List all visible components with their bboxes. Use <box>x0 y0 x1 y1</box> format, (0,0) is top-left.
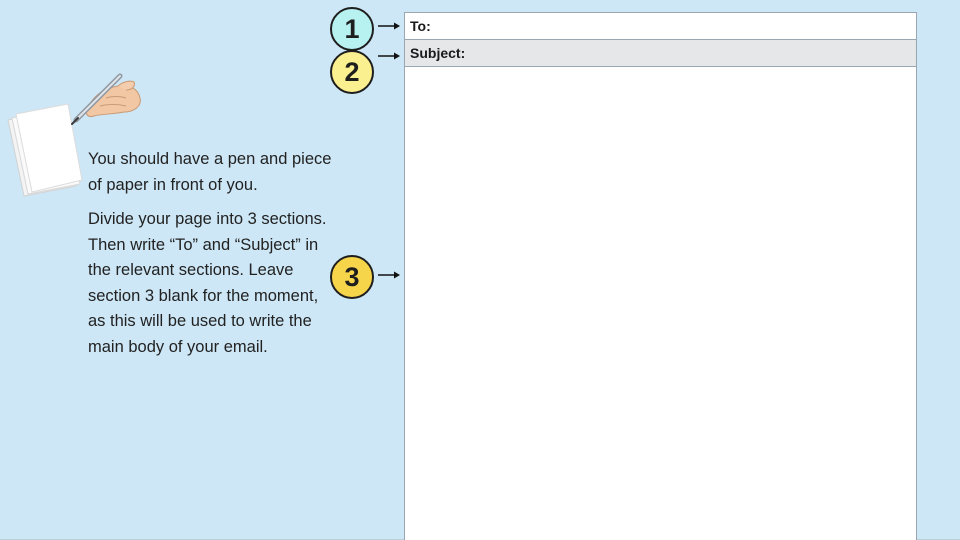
arrow-right-icon <box>378 22 400 30</box>
subject-field[interactable]: Subject: <box>405 40 916 67</box>
marker-2: 2 <box>330 50 374 94</box>
to-label: To: <box>410 18 431 34</box>
marker-1: 1 <box>330 7 374 51</box>
arrow-right-icon <box>378 52 400 60</box>
instruction-paragraph-2: Divide your page into 3 sections. Then w… <box>88 210 327 356</box>
to-field[interactable]: To: <box>405 13 916 40</box>
paper-sheets <box>7 103 83 197</box>
instruction-paragraph-1: You should have a pen and piece of paper… <box>88 150 332 194</box>
instructions: You should have a pen and piece of paper… <box>88 147 338 369</box>
subject-label: Subject: <box>410 45 466 61</box>
arrow-right-icon <box>378 271 400 279</box>
email-form: To: Subject: <box>404 12 917 540</box>
marker-3: 3 <box>330 255 374 299</box>
slide: You should have a pen and piece of paper… <box>0 0 960 540</box>
email-body-area[interactable] <box>405 67 916 539</box>
